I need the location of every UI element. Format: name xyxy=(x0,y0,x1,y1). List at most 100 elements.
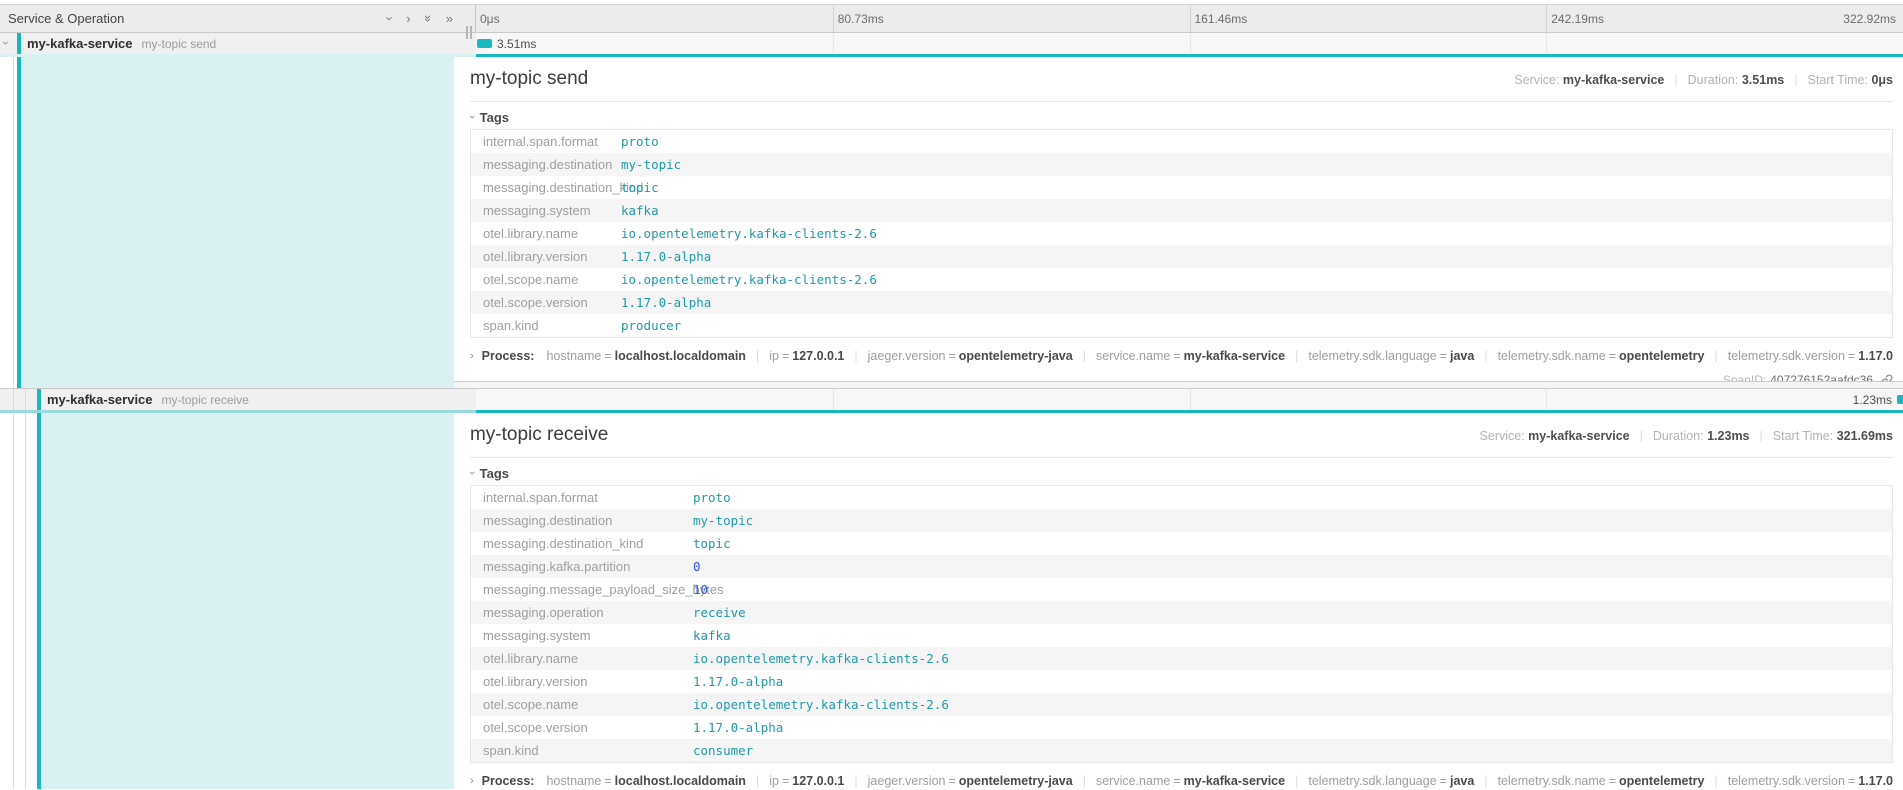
process-chevron-icon[interactable]: › xyxy=(470,775,474,787)
process-label: Process: xyxy=(482,349,535,363)
tag-row[interactable]: otel.library.version 1.17.0-alpha xyxy=(471,245,1892,268)
expand-one-icon[interactable]: › xyxy=(406,12,410,25)
tag-key: messaging.destination_kind xyxy=(471,180,621,195)
tag-row[interactable]: internal.span.format proto xyxy=(471,486,1892,509)
ruler-tick-label: 0μs xyxy=(480,12,500,26)
span-detail-title[interactable]: my-topic receive xyxy=(470,422,608,448)
span-duration-bar[interactable] xyxy=(1897,395,1903,404)
service-name[interactable]: my-kafka-service xyxy=(27,36,133,51)
tag-row[interactable]: messaging.operation receive xyxy=(471,601,1892,624)
tag-row[interactable]: otel.library.version 1.17.0-alpha xyxy=(471,670,1892,693)
process-key: jaeger.version xyxy=(868,349,946,363)
tag-row[interactable]: messaging.destination_kind topic xyxy=(471,176,1892,199)
process-value: my-kafka-service xyxy=(1184,349,1285,363)
tag-row[interactable]: messaging.kafka.partition 0 xyxy=(471,555,1892,578)
deep-link-icon[interactable] xyxy=(1880,374,1893,383)
span-duration-bar[interactable] xyxy=(477,39,492,48)
tag-value: io.opentelemetry.kafka-clients-2.6 xyxy=(621,272,877,287)
process-row[interactable]: › Process: hostname=localhost.localdomai… xyxy=(470,772,1893,789)
tag-value: 0 xyxy=(693,559,701,574)
tag-row[interactable]: otel.scope.name io.opentelemetry.kafka-c… xyxy=(471,693,1892,716)
expand-all-icon[interactable]: » xyxy=(446,12,453,25)
tag-key: otel.library.name xyxy=(471,226,621,241)
collapse-all-icon[interactable]: » xyxy=(425,12,432,25)
span-id-value: 407276152aafdc36 xyxy=(1770,373,1873,382)
tag-key: span.kind xyxy=(471,318,621,333)
tag-key: messaging.system xyxy=(471,628,693,643)
process-key: hostname xyxy=(546,349,601,363)
span-detail-indent-rail xyxy=(0,57,454,388)
divider xyxy=(470,101,1893,102)
tag-row[interactable]: otel.scope.version 1.17.0-alpha xyxy=(471,291,1892,314)
tag-row[interactable]: messaging.destination my-topic xyxy=(471,153,1892,176)
span-row-send-name-cell[interactable]: › my-kafka-service my-topic send xyxy=(0,33,476,57)
overview-key: Start Time: xyxy=(1808,73,1868,87)
span-row-receive-name-cell[interactable]: my-kafka-service my-topic receive xyxy=(0,389,476,413)
process-value: opentelemetry xyxy=(1619,774,1704,788)
process-item: ip=127.0.0.1 xyxy=(746,349,844,363)
tag-row[interactable]: span.kind consumer xyxy=(471,739,1892,762)
service-name[interactable]: my-kafka-service xyxy=(47,392,153,407)
row-gridline xyxy=(833,33,834,54)
span-row-receive-timeline-cell[interactable]: 1.23ms xyxy=(476,389,1903,413)
process-value: java xyxy=(1450,774,1474,788)
tags-header[interactable]: › Tags xyxy=(470,465,1893,481)
tag-row[interactable]: span.kind producer xyxy=(471,314,1892,337)
timeline-ruler: 0μs 80.73ms 161.46ms 242.19ms 322.92ms xyxy=(476,5,1903,32)
overview-item: Duration: 3.51ms xyxy=(1664,73,1784,87)
detail-row-gap xyxy=(454,382,1903,388)
ruler-gridline xyxy=(1546,5,1547,32)
span-detail-header[interactable]: my-topic receive Service: my-kafka-servi… xyxy=(470,422,1893,449)
process-key: service.name xyxy=(1096,349,1170,363)
span-duration-label: 3.51ms xyxy=(497,37,536,51)
tag-key: otel.scope.version xyxy=(471,295,621,310)
process-item: service.name=my-kafka-service xyxy=(1073,349,1285,363)
overview-value: my-kafka-service xyxy=(1528,429,1629,443)
process-value: 1.17.0 xyxy=(1858,349,1893,363)
tag-row[interactable]: messaging.message_payload_size_bytes 10 xyxy=(471,578,1892,601)
span-detail-title[interactable]: my-topic send xyxy=(470,66,588,92)
overview-item: Start Time: 0μs xyxy=(1784,73,1893,87)
process-key: ip xyxy=(769,774,779,788)
span-detail-header[interactable]: my-topic send Service: my-kafka-serviceD… xyxy=(470,66,1893,93)
span-row-send-timeline-cell[interactable]: 3.51ms xyxy=(476,33,1903,57)
operation-name[interactable]: my-topic send xyxy=(142,37,217,51)
process-key: telemetry.sdk.version xyxy=(1728,774,1845,788)
tags-chevron-icon[interactable]: › xyxy=(470,111,474,123)
tag-row[interactable]: messaging.system kafka xyxy=(471,199,1892,222)
tag-value: topic xyxy=(621,180,659,195)
span-tree-fill xyxy=(41,413,454,789)
tags-header[interactable]: › Tags xyxy=(470,109,1893,125)
process-item: hostname=localhost.localdomain xyxy=(546,774,746,788)
ruler-tick-label: 242.19ms xyxy=(1551,12,1604,26)
tag-row[interactable]: messaging.destination_kind topic xyxy=(471,532,1892,555)
column-resizer-handle[interactable] xyxy=(466,26,472,39)
overview-key: Start Time: xyxy=(1773,429,1833,443)
span-row-send[interactable]: › my-kafka-service my-topic send 3.51ms xyxy=(0,33,1903,57)
indent-guide xyxy=(13,57,14,388)
tag-row[interactable]: otel.library.name io.opentelemetry.kafka… xyxy=(471,222,1892,245)
tag-row[interactable]: otel.library.name io.opentelemetry.kafka… xyxy=(471,647,1892,670)
span-id-label: SpanID: xyxy=(1723,373,1766,382)
service-operation-label: Service & Operation xyxy=(8,11,388,26)
tags-chevron-icon[interactable]: › xyxy=(470,467,474,479)
operation-name[interactable]: my-topic receive xyxy=(162,393,249,407)
tag-row[interactable]: otel.scope.version 1.17.0-alpha xyxy=(471,716,1892,739)
process-value: 127.0.0.1 xyxy=(792,774,844,788)
children-collapse-chevron-icon[interactable]: › xyxy=(4,36,8,50)
process-row[interactable]: › Process: hostname=localhost.localdomai… xyxy=(470,347,1893,365)
tag-row[interactable]: messaging.system kafka xyxy=(471,624,1892,647)
process-chevron-icon[interactable]: › xyxy=(470,350,474,362)
tag-row[interactable]: messaging.destination my-topic xyxy=(471,509,1892,532)
span-color-bar xyxy=(37,389,41,410)
timeline-collapser: › › » » xyxy=(388,12,453,25)
ruler-tick-label: 322.92ms xyxy=(1843,12,1896,26)
span-row-receive[interactable]: my-kafka-service my-topic receive 1.23ms xyxy=(0,389,1903,413)
process-item: telemetry.sdk.version=1.17.0 xyxy=(1705,774,1894,788)
process-key: telemetry.sdk.name xyxy=(1498,774,1606,788)
tag-row[interactable]: otel.scope.name io.opentelemetry.kafka-c… xyxy=(471,268,1892,291)
overview-item: Service: my-kafka-service xyxy=(1480,429,1630,443)
collapse-one-icon[interactable]: › xyxy=(388,12,392,25)
tag-row[interactable]: internal.span.format proto xyxy=(471,130,1892,153)
span-id: SpanID: 407276152aafdc36 xyxy=(470,373,1893,382)
